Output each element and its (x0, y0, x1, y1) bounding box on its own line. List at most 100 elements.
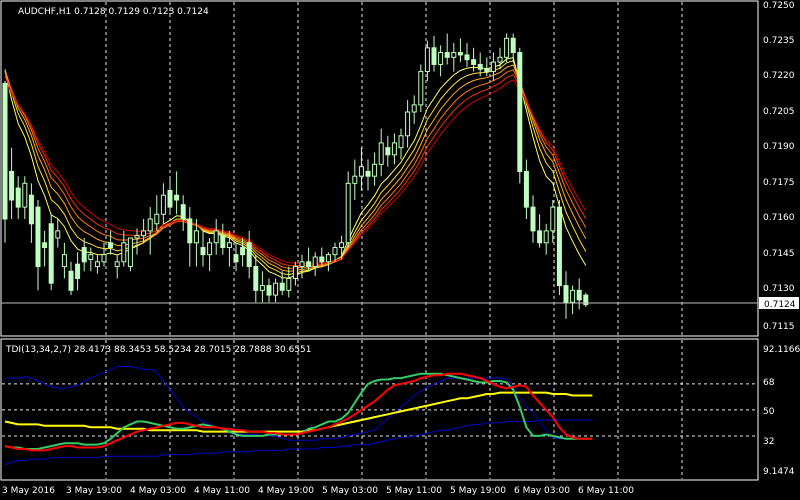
candle-body (88, 254, 94, 260)
candle-body (240, 247, 246, 256)
candle-body (543, 230, 549, 244)
candle-body (418, 71, 424, 106)
candle-body (504, 37, 510, 58)
candle-body (160, 194, 166, 215)
candle-body (134, 235, 140, 239)
candle-body (226, 242, 232, 249)
time-tick: 6 May 03:00 (514, 486, 570, 496)
candle-body (556, 206, 562, 287)
candle-body (325, 254, 331, 263)
time-tick: 6 May 11:00 (578, 486, 634, 496)
candle-body (510, 37, 516, 54)
price-tick: 0.7250 (763, 1, 795, 11)
candle-body (385, 147, 391, 156)
candle-body (523, 170, 529, 208)
price-tick: 0.7220 (763, 71, 795, 81)
candle-body (471, 59, 477, 65)
candle-body (55, 230, 61, 239)
price-tick: 0.7175 (763, 178, 795, 188)
candle-body (490, 61, 496, 73)
candle-body (200, 247, 206, 256)
tdi-tick: 50 (763, 407, 775, 417)
candle-body (319, 256, 325, 263)
candle-body (2, 82, 8, 220)
candle-body (207, 242, 213, 256)
candle-body (365, 170, 371, 177)
candle-body (537, 230, 543, 244)
candle-body (121, 242, 127, 263)
price-tick: 0.7130 (763, 284, 795, 294)
candle-body (273, 282, 279, 296)
current-price-label: 0.7124 (764, 300, 796, 310)
time-tick: 3 May 2016 (2, 486, 55, 496)
candle-body (286, 277, 292, 291)
candle-body (411, 104, 417, 113)
candle-body (193, 230, 199, 244)
candle-body (444, 52, 450, 58)
candle-body (28, 194, 34, 225)
price-tick: 0.7190 (763, 142, 795, 152)
candle-body (187, 218, 193, 244)
candle-body (457, 52, 463, 56)
candle-body (438, 52, 444, 65)
candle-body (530, 206, 536, 232)
candle-body (167, 189, 173, 208)
candle-body (48, 223, 54, 284)
candle-body (22, 182, 28, 208)
candle-body (75, 263, 81, 279)
time-tick: 5 May 11:00 (386, 486, 442, 496)
price-tick: 0.7145 (763, 249, 795, 259)
tdi-tick: 32 (763, 437, 774, 447)
tdi-tick: 92.1166 (763, 345, 800, 355)
candle-body (108, 242, 114, 249)
tdi-tick: 68 (763, 378, 775, 388)
candle-body (358, 166, 364, 177)
candle-body (339, 242, 345, 249)
candle-body (497, 56, 503, 63)
time-tick: 4 May 03:00 (130, 486, 186, 496)
candle-body (141, 230, 147, 237)
candle-body (101, 254, 107, 263)
candle-body (253, 266, 259, 291)
candle-body (233, 254, 239, 263)
time-tick: 3 May 19:00 (66, 486, 122, 496)
candle-body (246, 242, 252, 268)
candle-body (94, 261, 100, 268)
candle-body (35, 206, 41, 268)
candle-body (563, 285, 569, 303)
tdi-tick: 9.1474 (763, 467, 795, 477)
price-tick: 0.7205 (763, 107, 795, 117)
candle-body (154, 213, 160, 225)
candle-body (550, 206, 556, 232)
candle-body (259, 285, 265, 291)
symbol-info: AUDCHF,H1 0.7128 0.7129 0.7123 0.7124 (18, 7, 209, 17)
candle-body (174, 194, 180, 201)
time-tick: 5 May 03:00 (322, 486, 378, 496)
candle-body (398, 135, 404, 149)
candle-body (576, 289, 582, 301)
candle-body (9, 170, 15, 201)
candle-body (213, 230, 219, 244)
candle-body (378, 142, 384, 165)
candle-body (352, 175, 358, 184)
candle-body (372, 163, 378, 177)
candle-body (306, 261, 312, 268)
candle-body (312, 256, 318, 268)
time-tick: 4 May 19:00 (258, 486, 314, 496)
mt4-chart[interactable]: AUDCHF,H1 0.7128 0.7129 0.7123 0.7124 TD… (0, 0, 800, 500)
candle-body (464, 54, 470, 61)
price-tick: 0.7115 (763, 322, 795, 332)
candle-body (484, 68, 490, 73)
candle-body (68, 270, 74, 291)
candle-body (279, 282, 285, 291)
candle-body (517, 52, 523, 172)
candle-body (292, 266, 298, 279)
candle-body (391, 142, 397, 156)
candle-body (570, 289, 576, 303)
candle-body (15, 187, 21, 208)
candle-body (299, 261, 305, 268)
tdi-label: TDI(13,34,2,7) 28.4173 88.3453 58.5234 2… (5, 345, 312, 355)
candle-body (42, 242, 48, 249)
candle-body (451, 52, 457, 58)
time-tick: 5 May 19:00 (450, 486, 506, 496)
